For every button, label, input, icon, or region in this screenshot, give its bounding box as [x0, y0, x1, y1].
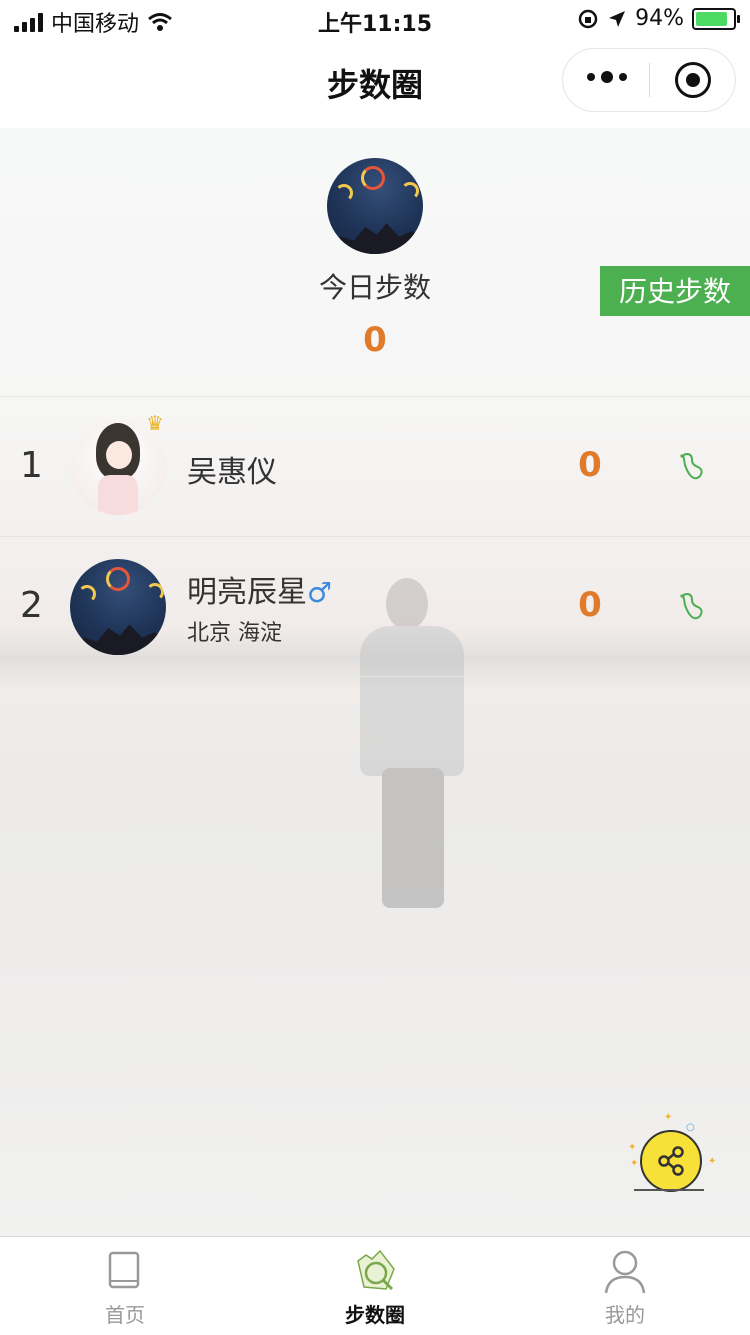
ranking-row[interactable]: 1 ♛ 吴惠仪 0	[0, 396, 750, 536]
tab-step-circle[interactable]: 步数圈	[250, 1237, 500, 1335]
user-icon	[604, 1250, 646, 1294]
battery-percent: 94%	[635, 6, 684, 31]
more-icon[interactable]	[587, 71, 627, 83]
footprint-like-icon[interactable]	[676, 591, 706, 621]
user-steps: 0	[578, 585, 602, 625]
history-steps-button[interactable]: 历史步数	[600, 266, 750, 316]
male-icon: ♂	[307, 576, 333, 609]
tab-mine[interactable]: 我的	[500, 1237, 750, 1335]
tab-bar: 首页 步数圈 我的	[0, 1236, 750, 1335]
tab-label: 首页	[105, 1303, 145, 1327]
close-target-icon[interactable]	[675, 62, 711, 98]
share-icon	[640, 1130, 702, 1192]
location-arrow-icon	[609, 10, 626, 27]
today-steps-value: 0	[363, 320, 387, 360]
avatar[interactable]	[70, 559, 166, 655]
user-name: 明亮辰星	[187, 575, 307, 610]
today-summary: 今日步数 0 历史步数	[0, 128, 750, 396]
user-steps: 0	[578, 445, 602, 485]
user-location: 北京 海淀	[187, 621, 282, 646]
battery-icon	[692, 7, 740, 30]
tab-home[interactable]: 首页	[0, 1237, 250, 1335]
user-name: 吴惠仪	[187, 455, 277, 490]
step-circle-icon	[357, 1249, 395, 1291]
ranking-list: 1 ♛ 吴惠仪 0 2 明亮辰星♂ 北京 海淀 0	[0, 396, 750, 677]
miniprogram-capsule	[562, 48, 736, 112]
rank-number: 2	[20, 585, 43, 626]
ranking-row[interactable]: 2 明亮辰星♂ 北京 海淀 0	[0, 536, 750, 677]
my-avatar[interactable]	[327, 158, 423, 254]
footprint-like-icon[interactable]	[676, 451, 706, 481]
user-name-line: 明亮辰星♂	[187, 567, 332, 611]
book-icon	[108, 1251, 140, 1289]
rank-number: 1	[20, 445, 43, 486]
status-bar: 中国移动 上午11:15 94%	[0, 0, 750, 40]
share-button[interactable]: ✦ ✦ ✦ ○ ✦	[628, 1112, 718, 1192]
orientation-lock-icon	[578, 9, 598, 28]
tab-label: 步数圈	[345, 1303, 405, 1327]
nav-bar: 步数圈	[0, 40, 750, 128]
crown-icon: ♛	[146, 411, 164, 435]
capsule-divider	[649, 63, 650, 97]
tab-label: 我的	[605, 1303, 645, 1327]
